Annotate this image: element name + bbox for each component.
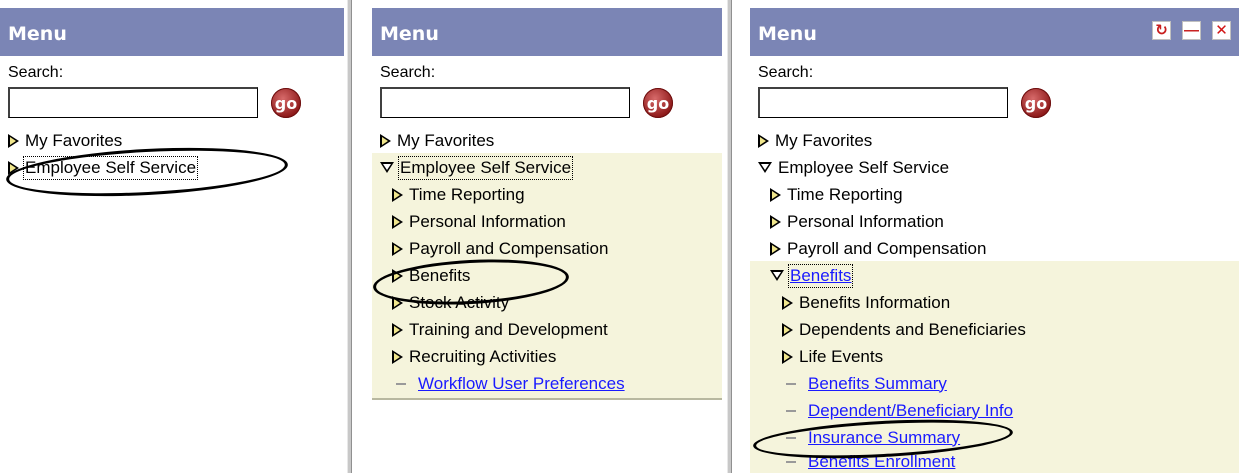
menu-header: Menu [372,8,722,56]
search-label: Search: [758,64,814,81]
tree-item-my-favorites[interactable]: My Favorites [380,127,494,154]
tree-item-dependents-and-beneficiaries[interactable]: Dependents and Beneficiaries [782,316,1026,343]
tree-item-label: Personal Information [787,211,944,231]
tree-item-label: Personal Information [409,211,566,231]
expand-arrow-icon [392,187,403,202]
expand-arrow-icon [782,322,793,337]
menu-title: Menu [8,23,67,45]
expand-arrow-icon [782,295,793,310]
expand-arrow-icon [392,241,403,256]
tree-item-link[interactable]: Workflow User Preferences [418,374,625,394]
menu-title: Menu [758,23,817,45]
panel-divider [347,0,352,473]
search-label: Search: [380,64,436,81]
expand-arrow-icon [8,133,19,148]
leaf-dash-icon [786,382,796,385]
search-input[interactable] [8,87,258,118]
tree-item-label: Payroll and Compensation [787,238,987,258]
search-label: Search: [8,64,64,81]
tree-item-benefits[interactable]: Benefits [770,262,854,289]
tree-item-payroll-and-compensation[interactable]: Payroll and Compensation [770,235,986,262]
expand-arrow-icon [782,349,793,364]
expand-arrow-icon [758,133,769,148]
tree-item-label: My Favorites [775,130,873,150]
tree-item-label: Time Reporting [787,184,903,204]
tree-item-time-reporting[interactable]: Time Reporting [392,181,525,208]
close-icon[interactable]: ✕ [1212,21,1231,40]
tree-item-label: Training and Development [409,319,608,339]
menu-panel-3: Menu ↻ — ✕ Search: go My Favorites Emplo… [750,8,1239,473]
expand-arrow-icon [392,349,403,364]
tree-item-label: Life Events [799,346,884,366]
collapse-arrow-icon [380,162,394,173]
tree-item-life-events[interactable]: Life Events [782,343,883,370]
tree-item-label: Recruiting Activities [409,346,557,366]
tree-item-label: Benefits Information [799,292,951,312]
tree-item-employee-self-service[interactable]: Employee Self Service [758,154,949,181]
minimize-icon[interactable]: — [1182,21,1201,40]
expand-arrow-icon [770,187,781,202]
tree-item-my-favorites[interactable]: My Favorites [758,127,872,154]
expand-arrow-icon [380,133,391,148]
go-button[interactable]: go [643,88,673,118]
tree-item-link[interactable]: Dependent/Beneficiary Info [808,401,1013,421]
header-icons: ↻ — ✕ [1152,21,1231,40]
collapse-arrow-icon [770,270,784,281]
go-button[interactable]: go [1021,88,1051,118]
expand-arrow-icon [770,241,781,256]
tree-item-label: Employee Self Service [397,155,574,180]
search-input[interactable] [758,87,1008,118]
tree-item-label: Payroll and Compensation [409,238,609,258]
tree-item-recruiting-activities[interactable]: Recruiting Activities [392,343,556,370]
panel-divider [727,0,732,473]
tree-item-label: My Favorites [25,130,123,150]
refresh-icon[interactable]: ↻ [1152,21,1171,40]
leaf-dash-icon [396,382,406,385]
tree-item-label: Employee Self Service [778,157,950,177]
expand-arrow-icon [392,322,403,337]
leaf-dash-icon [786,460,796,463]
menu-title: Menu [380,23,439,45]
expand-arrow-icon [770,214,781,229]
tree-item-label: Time Reporting [409,184,525,204]
tree-item-payroll-and-compensation[interactable]: Payroll and Compensation [392,235,608,262]
search-input[interactable] [380,87,630,118]
tree-item-link[interactable]: Benefits [787,263,854,288]
menu-header: Menu [0,8,344,56]
tree-item-time-reporting[interactable]: Time Reporting [770,181,903,208]
tree-item-personal-information[interactable]: Personal Information [770,208,944,235]
collapse-arrow-icon [758,162,772,173]
tree-item-training-and-development[interactable]: Training and Development [392,316,608,343]
tree-item-employee-self-service[interactable]: Employee Self Service [380,154,574,181]
tree-item-personal-information[interactable]: Personal Information [392,208,566,235]
tree-item-my-favorites[interactable]: My Favorites [8,127,122,154]
tree-item-label: Dependents and Beneficiaries [799,319,1026,339]
menu-panel-2: Menu Search: go My Favorites Employee Se… [372,8,722,473]
tree-item-benefits-information[interactable]: Benefits Information [782,289,950,316]
menu-header: Menu ↻ — ✕ [750,8,1239,56]
tree-item-workflow-user-preferences[interactable]: Workflow User Preferences [392,370,625,397]
leaf-dash-icon [786,409,796,412]
go-button[interactable]: go [271,88,301,118]
tree-item-link[interactable]: Benefits Summary [808,374,947,394]
menu-panel-1: Menu Search: go My Favorites Employee Se… [0,8,344,473]
tree-item-label: My Favorites [397,130,495,150]
tree-item-benefits-summary[interactable]: Benefits Summary [782,370,947,397]
expand-arrow-icon [392,214,403,229]
